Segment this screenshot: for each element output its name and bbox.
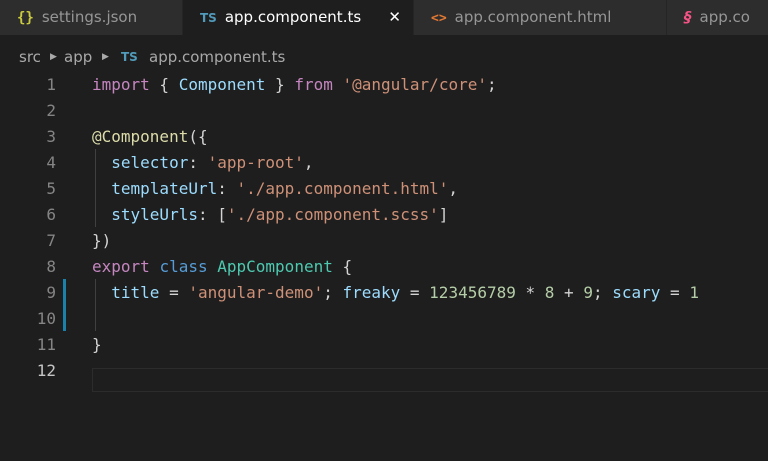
code-token: ] [438,205,449,224]
code-token: styleUrls [111,205,198,224]
code-token: './app.component.html' [236,179,449,198]
code-token: class [159,257,208,276]
code-token: 123456789 [429,283,516,302]
code-line[interactable]: 3 @Component({ [0,124,768,150]
code-token: + [554,283,584,302]
code-text: selector: 'app-root', [92,150,314,176]
line-number: 12 [36,361,56,380]
code-token: export [92,257,150,276]
code-token: = [660,283,690,302]
code-token: import [92,75,150,94]
line-number: 11 [36,335,56,354]
code-token: selector [111,153,189,172]
code-token: './app.component.scss' [226,205,439,224]
code-line[interactable]: 6 styleUrls: ['./app.component.scss'] [0,202,768,228]
code-line[interactable]: 4 selector: 'app-root', [0,150,768,176]
code-token: ; [323,283,343,302]
code-token: 'angular-demo' [188,283,324,302]
line-number: 6 [46,205,56,224]
line-number: 9 [46,283,56,302]
code-line[interactable]: 10 [0,306,768,332]
code-token: AppComponent [217,257,333,276]
code-line[interactable]: 1 import { Component } from '@angular/cor… [0,72,768,98]
typescript-file-icon: TS [200,11,217,25]
editor-tab-bar: {} settings.json TS app.component.ts ✕ <> a… [0,0,768,35]
tab-label: app.component.html [454,8,612,26]
code-text: export class AppComponent { [92,254,352,280]
code-token: from [294,75,333,94]
code-token: = [400,283,430,302]
code-token: 'app-root' [207,153,304,172]
code-token: : [217,179,237,198]
line-number: 3 [46,127,56,146]
code-token: freaky [342,283,401,302]
tab-settings-json[interactable]: {} settings.json [0,0,183,35]
code-token: * [515,283,545,302]
tab-app-component-ts[interactable]: TS app.component.ts ✕ [183,0,414,35]
code-token: title [111,283,160,302]
line-number: 2 [46,101,56,120]
scss-file-icon: § [684,8,692,26]
code-token: , [448,179,459,198]
code-line[interactable]: 9 title = 'angular-demo'; freaky = 12345… [0,280,768,306]
code-text: templateUrl: './app.component.html', [92,176,458,202]
code-token: , [303,153,314,172]
breadcrumb: src ▶ app ▶ TS app.component.ts [0,35,768,71]
close-icon[interactable]: ✕ [388,0,401,35]
code-text: } [92,332,102,358]
code-token: Component [178,75,266,94]
code-line[interactable]: 7}) [0,228,768,254]
code-token: 9 [583,283,593,302]
code-text: import { Component } from '@angular/core… [92,72,497,98]
line-number: 8 [46,257,56,276]
line-number: 10 [36,309,56,328]
code-line[interactable]: 8 export class AppComponent { [0,254,768,280]
tab-app-component-scss[interactable]: § app.co [667,0,768,35]
tab-label: app.co [699,8,750,26]
code-token: } [92,335,102,354]
code-token: 1 [689,283,699,302]
code-token: : [ [197,205,227,224]
tab-label: app.component.ts [224,8,362,26]
tab-label: settings.json [41,8,138,26]
code-token: templateUrl [111,179,218,198]
code-token: = [159,283,189,302]
code-token: } [265,75,295,94]
code-token: ({ [188,127,208,146]
code-line[interactable]: 5 templateUrl: './app.component.html', [0,176,768,202]
code-line[interactable]: 11} [0,332,768,358]
code-text: styleUrls: ['./app.component.scss'] [92,202,448,228]
code-text: }) [92,228,111,254]
line-number: 1 [46,75,56,94]
code-token: { [332,257,353,276]
code-editor[interactable]: 1 import { Component } from '@angular/cor… [0,71,768,461]
line-number: 7 [46,231,56,250]
code-token: @Component [92,127,189,146]
code-line[interactable]: 12 [0,358,768,384]
line-number: 5 [46,179,56,198]
code-token: }) [92,231,112,250]
code-line[interactable]: 2 [0,98,768,124]
code-text: title = 'angular-demo'; freaky = 1234567… [92,280,699,306]
code-token: scary [612,283,661,302]
code-token: ; [592,283,613,302]
code-token: 8 [544,283,555,302]
code-token: : [188,153,208,172]
code-token: '@angular/core' [342,75,487,94]
line-number: 4 [46,153,56,172]
code-text: @Component({ [92,124,208,150]
code-token: ; [486,75,497,94]
code-token: { [149,75,179,94]
json-file-icon: {} [17,10,34,26]
html-file-icon: <> [431,11,447,26]
tab-app-component-html[interactable]: <> app.component.html [414,0,667,35]
